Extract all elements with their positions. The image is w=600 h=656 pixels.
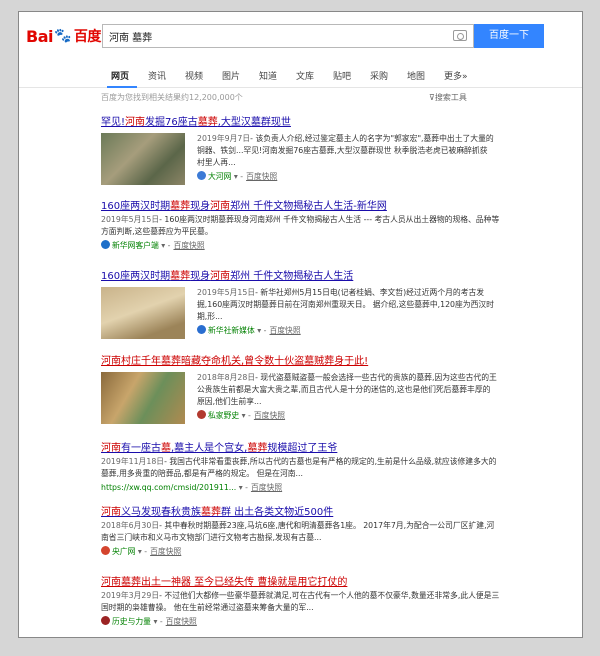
tab-images[interactable]: 图片 (222, 69, 240, 82)
source-icon (101, 240, 110, 249)
source-icon (197, 171, 206, 180)
result-title[interactable]: 河南有一座古墓,墓主人是个宫女,墓葬规模超过了王爷 (101, 439, 501, 454)
tab-tieba[interactable]: 贴吧 (333, 69, 351, 82)
result-snippet: 2019年5月15日- 新华社郑州5月15日电(记者桂娟、李文哲)经过近两个月的… (197, 288, 494, 321)
result-source: 私家野史 ▾ - 百度快照 (197, 410, 497, 421)
search-box[interactable] (102, 24, 474, 48)
result-title[interactable]: 河南村庄千年墓葬暗藏夺命机关,曾令数十伙盗墓贼葬身于此! (101, 352, 501, 367)
result-source: 央广网 ▾ - 百度快照 (101, 546, 501, 557)
camera-icon[interactable] (453, 30, 467, 41)
result-snippet: 2019年3月29日- 不过他们大都修一些豪华墓葬就满足,可在古代有一个人他的墓… (101, 591, 500, 612)
result-thumbnail[interactable] (101, 133, 185, 185)
result-thumbnail[interactable] (101, 372, 185, 424)
result-item: 河南村庄千年墓葬暗藏夺命机关,曾令数十伙盗墓贼葬身于此! 2018年8月28日-… (101, 352, 501, 434)
tab-more[interactable]: 更多» (444, 69, 468, 82)
source-icon (197, 325, 206, 334)
source-icon (197, 410, 206, 419)
result-title[interactable]: 160座两汉时期墓葬现身河南郑州 千件文物揭秘古人生活-新华网 (101, 197, 501, 212)
tab-video[interactable]: 视频 (185, 69, 203, 82)
active-tab-indicator (107, 86, 137, 88)
kuaizhao-link[interactable]: 百度快照 (269, 326, 300, 335)
source-icon (101, 546, 110, 555)
result-item: 罕见!河南发掘76座古墓葬,大型汉墓群现世 2019年9月7日- 该负责人介绍,… (101, 113, 501, 199)
result-snippet: 2019年9月7日- 该负责人介绍,经过鉴定墓主人的名字为"郭家宏",墓葬中出土… (197, 134, 494, 167)
result-snippet: 2018年8月28日- 现代盗墓贼盗墓一般会选择一些古代的贵族的墓葬,因为这些古… (197, 373, 497, 406)
tab-map[interactable]: 地图 (407, 69, 425, 82)
result-source: 新华社新媒体 ▾ - 百度快照 (197, 325, 497, 336)
result-source: 大河网 ▾ - 百度快照 (197, 171, 497, 182)
tab-wenku[interactable]: 文库 (296, 69, 314, 82)
kuaizhao-link[interactable]: 百度快照 (246, 172, 277, 181)
search-button[interactable]: 百度一下 (474, 24, 544, 48)
kuaizhao-link[interactable]: 百度快照 (254, 411, 285, 420)
result-item: 160座两汉时期墓葬现身河南郑州 千件文物揭秘古人生活-新华网 2019年5月1… (101, 197, 501, 251)
source-icon (101, 616, 110, 625)
kuaizhao-link[interactable]: 百度快照 (173, 241, 204, 250)
search-input[interactable] (103, 25, 443, 47)
result-source: 新华网客户端 ▾ - 百度快照 (101, 240, 501, 251)
result-source: https://xw.qq.com/cmsid/201911... ▾ - 百度快… (101, 483, 283, 492)
tab-web[interactable]: 网页 (111, 69, 129, 82)
result-title[interactable]: 160座两汉时期墓葬现身河南郑州 千件文物揭秘古人生活 (101, 267, 501, 282)
result-source: 历史与力量 ▾ - 百度快照 (101, 616, 501, 627)
nav-tabs: 网页 资讯 视频 图片 知道 文库 贴吧 采购 地图 更多» (19, 64, 582, 88)
browser-frame: Bai 🐾 百度 百度一下 网页 资讯 视频 图片 知道 文库 贴吧 采购 地图… (18, 11, 583, 638)
kuaizhao-link[interactable]: 百度快照 (251, 483, 282, 492)
search-tools[interactable]: ⊽搜索工具 (429, 92, 467, 103)
baidu-logo[interactable]: Bai 🐾 百度 (26, 26, 101, 46)
logo-cn: 百度 (73, 29, 102, 45)
result-snippet: 2018年6月30日- 其中春秋时期墓葬23座,马坑6座,唐代和明清墓葬各1座。… (101, 521, 495, 542)
result-thumbnail[interactable] (101, 287, 185, 339)
paw-icon: 🐾 (53, 28, 71, 44)
result-stats: 百度为您找到相关结果约12,200,000个 (101, 93, 243, 102)
tab-zhidao[interactable]: 知道 (259, 69, 277, 82)
kuaizhao-link[interactable]: 百度快照 (150, 547, 181, 556)
result-title[interactable]: 罕见!河南发掘76座古墓葬,大型汉墓群现世 (101, 113, 501, 128)
result-item: 河南义马发现春秋贵族墓葬群 出土各类文物近500件 2018年6月30日- 其中… (101, 503, 501, 557)
tab-caigou[interactable]: 采购 (370, 69, 388, 82)
result-item: 160座两汉时期墓葬现身河南郑州 千件文物揭秘古人生活 2019年5月15日- … (101, 267, 501, 349)
result-title[interactable]: 河南义马发现春秋贵族墓葬群 出土各类文物近500件 (101, 503, 501, 518)
header: Bai 🐾 百度 百度一下 (19, 12, 582, 64)
result-item: 河南有一座古墓,墓主人是个宫女,墓葬规模超过了王爷 2019年11月18日- 我… (101, 439, 501, 493)
tab-news[interactable]: 资讯 (148, 69, 166, 82)
result-url[interactable]: https://xw.qq.com/cmsid/201911... (101, 483, 236, 492)
logo-bai: Bai (26, 26, 53, 46)
kuaizhao-link[interactable]: 百度快照 (166, 617, 197, 626)
result-title[interactable]: 河南墓葬出土一神器 至今已经失传 曹操就是用它打仗的 (101, 573, 501, 588)
result-snippet: 2019年11月18日- 我国古代非常看重丧葬,所以古代的古墓也是有严格的规定的… (101, 457, 497, 478)
result-item: 河南墓葬出土一神器 至今已经失传 曹操就是用它打仗的 2019年3月29日- 不… (101, 573, 501, 627)
result-snippet: 2019年5月15日- 160座两汉时期墓葬现身河南郑州 千件文物揭秘古人生活 … (101, 215, 500, 236)
